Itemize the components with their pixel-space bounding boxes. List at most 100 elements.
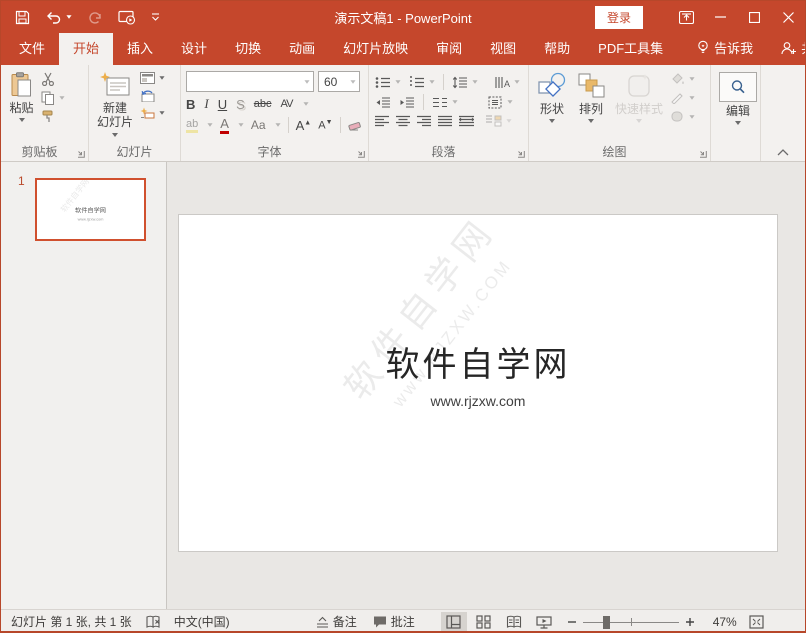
fit-to-window-icon[interactable] — [749, 614, 764, 629]
character-spacing-button[interactable]: AV — [281, 98, 294, 110]
font-name-dropdown-icon[interactable] — [304, 79, 310, 84]
distribute-icon[interactable] — [459, 115, 474, 127]
section-icon[interactable] — [140, 107, 165, 119]
drawing-dialog-launcher-icon[interactable] — [699, 150, 707, 158]
font-color-dropdown-icon[interactable] — [238, 123, 244, 127]
notes-toggle[interactable]: 备注 — [316, 613, 357, 630]
slide-subtitle-text[interactable]: www.rjzxw.com — [179, 393, 777, 409]
editing-button[interactable]: 编辑 — [714, 70, 762, 145]
zoom-in-icon[interactable] — [685, 617, 695, 627]
columns-icon[interactable] — [432, 96, 458, 109]
change-case-button[interactable]: Aa — [251, 118, 266, 132]
slide-thumbnail-panel[interactable]: 1 软件自学网 软件自学网 www.rjzxw.com — [1, 162, 167, 609]
align-left-icon[interactable] — [375, 115, 389, 127]
font-name-input[interactable] — [190, 73, 302, 90]
language-indicator[interactable]: 中文(中国) — [174, 613, 230, 630]
customize-qat-icon[interactable] — [151, 12, 160, 22]
zoom-out-icon[interactable] — [567, 617, 577, 627]
slide-counter[interactable]: 幻灯片 第 1 张, 共 1 张 — [11, 613, 132, 630]
tab-review[interactable]: 审阅 — [422, 31, 476, 65]
cut-icon[interactable] — [41, 72, 65, 86]
ribbon-display-options-icon[interactable] — [669, 1, 703, 33]
spacing-dropdown-icon[interactable] — [303, 102, 309, 106]
font-size-input[interactable] — [322, 73, 348, 90]
editing-dropdown-icon[interactable] — [735, 121, 741, 126]
start-slideshow-icon[interactable] — [118, 10, 136, 25]
reading-view-button[interactable] — [501, 612, 527, 632]
clipboard-dialog-launcher-icon[interactable] — [77, 150, 85, 158]
slide-title-text[interactable]: 软件自学网 — [179, 337, 777, 386]
shapes-button[interactable]: 形状 — [532, 70, 572, 145]
tab-transitions[interactable]: 切换 — [221, 31, 275, 65]
change-case-dropdown-icon[interactable] — [275, 123, 281, 127]
font-color-button[interactable]: A — [220, 116, 229, 134]
paragraph-dialog-launcher-icon[interactable] — [517, 150, 525, 158]
reset-slide-icon[interactable] — [140, 89, 165, 102]
undo-dropdown-icon[interactable] — [66, 15, 72, 19]
slide-thumbnail[interactable]: 软件自学网 软件自学网 www.rjzxw.com — [35, 178, 146, 241]
spellcheck-icon[interactable] — [146, 615, 162, 629]
line-spacing-dropdown-icon[interactable] — [472, 80, 478, 84]
login-button[interactable]: 登录 — [594, 5, 643, 29]
new-slide-dropdown-icon[interactable] — [112, 132, 118, 137]
tab-slideshow[interactable]: 幻灯片放映 — [329, 31, 422, 65]
save-icon[interactable] — [15, 10, 30, 25]
paste-button[interactable]: 粘贴 — [4, 70, 39, 145]
slide-canvas[interactable]: 软件自学网 www.RJZXW.COM 软件自学网 www.rjzxw.com — [178, 214, 778, 552]
text-direction-icon[interactable]: A — [494, 76, 520, 89]
tab-view[interactable]: 视图 — [476, 31, 530, 65]
zoom-slider-handle[interactable] — [602, 615, 610, 629]
line-spacing-icon[interactable] — [452, 76, 478, 89]
increase-indent-icon[interactable] — [399, 96, 415, 109]
smartart-dropdown-icon[interactable] — [506, 118, 512, 123]
tab-help[interactable]: 帮助 — [530, 31, 584, 65]
font-dialog-launcher-icon[interactable] — [357, 150, 365, 158]
arrange-dropdown-icon[interactable] — [588, 119, 594, 124]
close-button[interactable] — [771, 1, 805, 33]
bullets-dropdown-icon[interactable] — [395, 80, 401, 84]
tab-home[interactable]: 开始 — [59, 31, 114, 65]
tab-design[interactable]: 设计 — [167, 31, 221, 65]
tab-pdf-tools[interactable]: PDF工具集 — [584, 31, 677, 65]
align-center-icon[interactable] — [396, 115, 410, 127]
slideshow-view-button[interactable] — [531, 612, 557, 632]
comments-toggle[interactable]: 批注 — [373, 613, 415, 630]
shapes-dropdown-icon[interactable] — [549, 119, 555, 124]
decrease-indent-icon[interactable] — [375, 96, 391, 109]
shrink-font-button[interactable]: A▼ — [318, 119, 332, 132]
numbering-dropdown-icon[interactable] — [429, 80, 435, 84]
font-name-combo[interactable] — [186, 71, 314, 92]
align-right-icon[interactable] — [417, 115, 431, 127]
numbering-icon[interactable] — [409, 75, 435, 89]
format-painter-icon[interactable] — [41, 110, 65, 123]
arrange-button[interactable]: 排列 — [572, 70, 610, 145]
paste-dropdown-icon[interactable] — [18, 118, 25, 123]
tab-tell-me[interactable]: 告诉我 — [683, 31, 767, 65]
align-text-dropdown-icon[interactable] — [507, 100, 513, 104]
text-direction-dropdown-icon[interactable] — [514, 80, 520, 84]
minimize-button[interactable] — [703, 1, 737, 33]
tab-insert[interactable]: 插入 — [113, 31, 167, 65]
grow-font-button[interactable]: A▲ — [296, 118, 312, 133]
text-shadow-button[interactable]: S — [236, 97, 245, 112]
layout-dropdown-icon[interactable] — [159, 76, 165, 80]
align-text-icon[interactable] — [488, 96, 513, 109]
tab-file[interactable]: 文件 — [5, 31, 59, 65]
highlight-button[interactable]: ab — [186, 118, 199, 133]
convert-smartart-icon[interactable] — [485, 114, 512, 127]
bold-button[interactable]: B — [186, 97, 195, 112]
clear-formatting-icon[interactable] — [347, 119, 362, 131]
maximize-button[interactable] — [737, 1, 771, 33]
tab-animations[interactable]: 动画 — [275, 31, 329, 65]
share-button[interactable]: 共享 — [767, 31, 805, 65]
underline-button[interactable]: U — [218, 97, 227, 112]
slide-layout-icon[interactable] — [140, 72, 165, 84]
font-size-combo[interactable] — [318, 71, 360, 92]
justify-icon[interactable] — [438, 115, 452, 127]
undo-icon[interactable] — [45, 10, 72, 24]
bullets-icon[interactable] — [375, 76, 401, 89]
new-slide-button[interactable]: 新建 幻灯片 — [92, 70, 138, 145]
collapse-ribbon-icon[interactable] — [777, 149, 789, 156]
normal-view-button[interactable] — [440, 611, 467, 631]
font-size-dropdown-icon[interactable] — [350, 79, 356, 84]
